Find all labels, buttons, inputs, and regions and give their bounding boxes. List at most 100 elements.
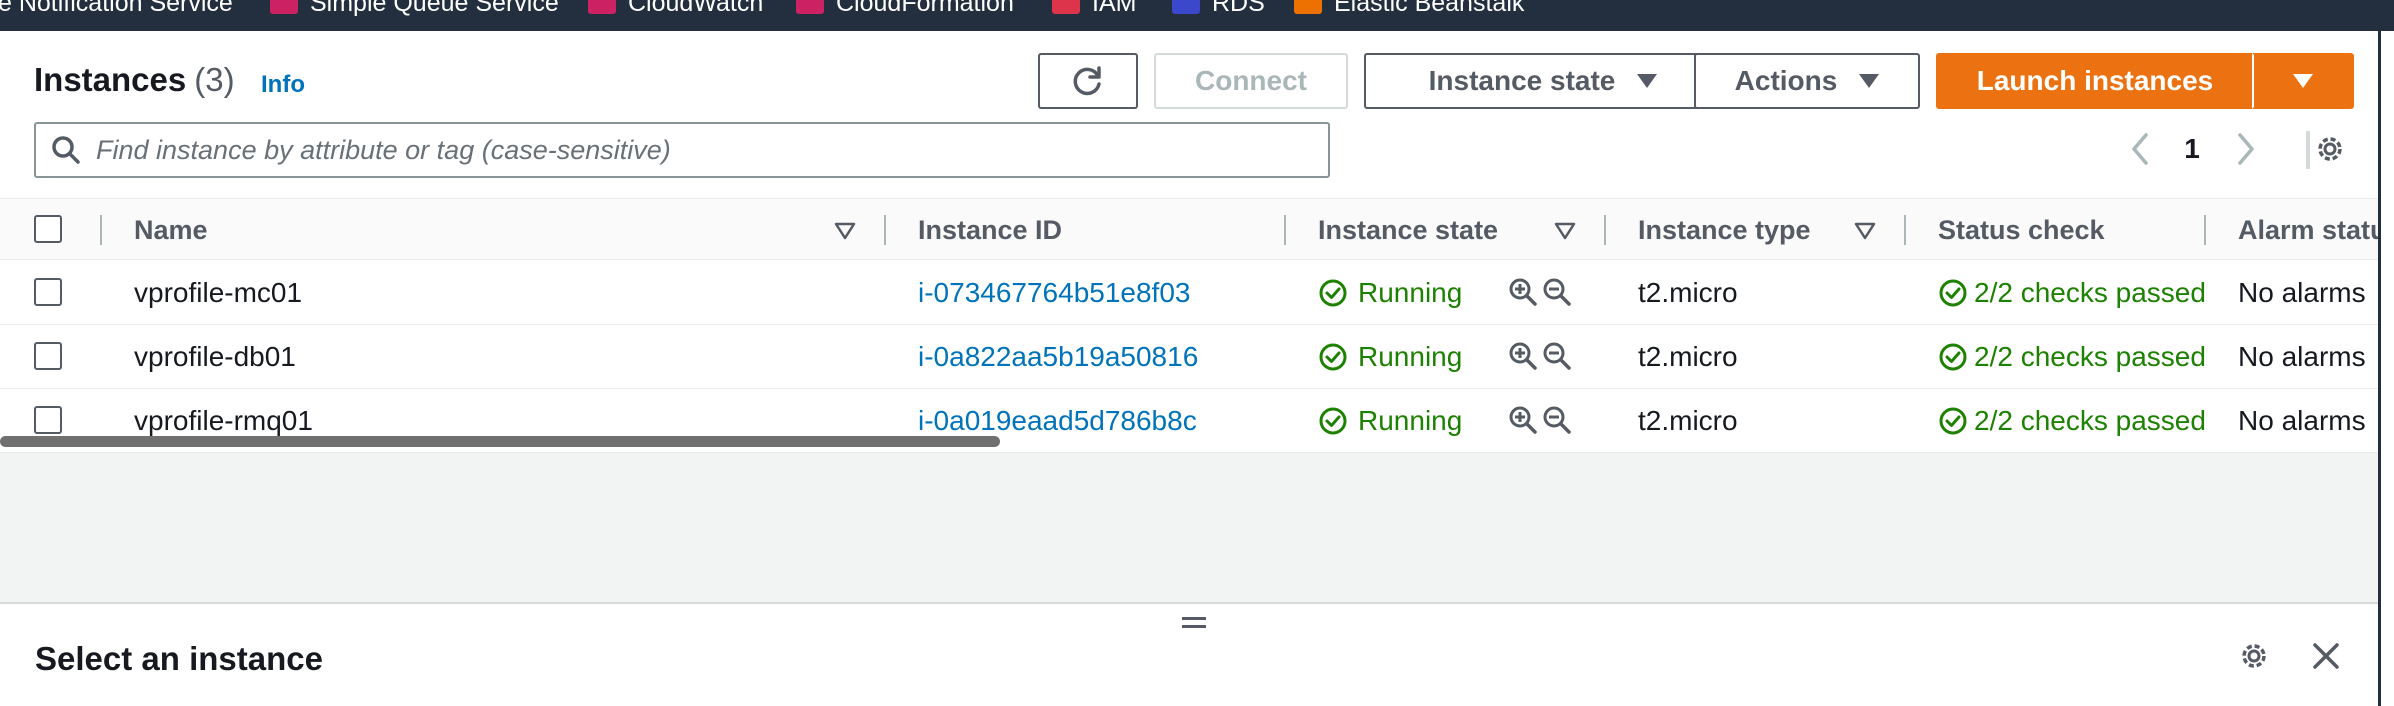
instance-state-cell: Running xyxy=(1318,389,1462,452)
status-check-text: 2/2 checks passed xyxy=(1974,276,2206,308)
zoom-in-icon[interactable] xyxy=(1508,405,1538,435)
instance-state-text: Running xyxy=(1358,340,1463,372)
favorite-label: CloudWatch xyxy=(628,0,764,17)
column-header-instance-type[interactable]: Instance type xyxy=(1638,199,1811,261)
instance-name: vprofile-db01 xyxy=(134,340,296,372)
instance-id-link[interactable]: i-0a822aa5b19a50816 xyxy=(918,325,1198,388)
column-header-alarm-status[interactable]: Alarm status xyxy=(2238,199,2394,261)
gear-icon[interactable] xyxy=(2237,639,2271,673)
cloudwatch-icon xyxy=(588,0,616,14)
column-separator[interactable] xyxy=(884,215,886,245)
info-link[interactable]: Info xyxy=(261,71,305,99)
column-header-instance-id[interactable]: Instance ID xyxy=(918,199,1062,261)
iam-icon xyxy=(1052,0,1080,14)
row-checkbox[interactable] xyxy=(34,278,62,306)
check-circle-icon xyxy=(1319,407,1347,434)
favorite-sns[interactable]: e Notification Service xyxy=(0,0,233,18)
select-all-checkbox[interactable] xyxy=(34,215,62,243)
zoom-in-icon[interactable] xyxy=(1508,341,1538,371)
sqs-icon xyxy=(270,0,298,14)
favorite-iam[interactable]: IAM xyxy=(1052,0,1136,18)
caret-down-icon xyxy=(1637,74,1658,88)
sort-icon[interactable] xyxy=(1554,222,1576,240)
favorite-sqs[interactable]: Simple Queue Service xyxy=(270,0,559,18)
chevron-right-icon xyxy=(2238,133,2254,165)
column-header-label: Alarm status xyxy=(2238,214,2394,245)
favorite-label: e Notification Service xyxy=(0,0,233,17)
launch-options-button[interactable] xyxy=(2252,53,2354,109)
favorite-label: Elastic Beanstalk xyxy=(1334,0,1525,17)
instance-state-text: Running xyxy=(1358,404,1463,436)
column-header-status-check[interactable]: Status check xyxy=(1938,199,2105,261)
search-input[interactable]: Find instance by attribute or tag (case-… xyxy=(34,122,1330,178)
row-checkbox[interactable] xyxy=(34,406,62,434)
instance-count: (3) xyxy=(194,61,235,98)
horizontal-scrollbar[interactable] xyxy=(0,436,1000,447)
search-placeholder: Find instance by attribute or tag (case-… xyxy=(96,134,671,165)
details-title: Select an instance xyxy=(35,640,323,677)
instances-panel: Instances (3) Info Connect Instance state… xyxy=(0,31,2394,453)
column-header-instance-state[interactable]: Instance state xyxy=(1318,199,1498,261)
zoom-in-icon[interactable] xyxy=(1508,277,1538,307)
connect-button[interactable]: Connect xyxy=(1154,53,1348,109)
check-circle-icon xyxy=(1939,279,1967,306)
favorite-rds[interactable]: RDS xyxy=(1172,0,1265,18)
favorite-label: CloudFormation xyxy=(836,0,1014,17)
column-header-label: Instance state xyxy=(1318,214,1499,245)
column-separator[interactable] xyxy=(1604,215,1606,245)
instance-id-link[interactable]: i-073467764b51e8f03 xyxy=(918,261,1190,324)
table-row[interactable]: vprofile-db01 i-0a822aa5b19a50816 Runnin… xyxy=(0,325,2378,389)
alarm-status: No alarms xyxy=(2238,340,2366,372)
page-number-label: 1 xyxy=(2184,133,2200,164)
page-title: Instances (3) xyxy=(34,61,235,99)
caret-down-icon xyxy=(1859,74,1880,88)
check-circle-icon xyxy=(1939,343,1967,370)
instance-type: t2.micro xyxy=(1638,404,1738,436)
instance-state-cell: Running xyxy=(1318,325,1462,388)
status-check-cell[interactable]: 2/2 checks passed xyxy=(1938,325,2208,388)
alarm-status: No alarms xyxy=(2238,276,2366,308)
page-number[interactable]: 1 xyxy=(2172,127,2212,171)
next-page-button[interactable] xyxy=(2226,127,2266,171)
column-header-name[interactable]: Name xyxy=(134,199,208,261)
vertical-scrollbar-edge xyxy=(2378,31,2394,706)
table-row[interactable]: vprofile-mc01 i-073467764b51e8f03 Runnin… xyxy=(0,261,2378,325)
prev-page-button[interactable] xyxy=(2120,127,2160,171)
instance-type: t2.micro xyxy=(1638,276,1738,308)
favorite-cloudformation[interactable]: CloudFormation xyxy=(796,0,1014,18)
instance-type: t2.micro xyxy=(1638,340,1738,372)
favorites-bar: e Notification Service Simple Queue Serv… xyxy=(0,0,2394,31)
check-circle-icon xyxy=(1319,343,1347,370)
connect-label: Connect xyxy=(1195,65,1307,96)
status-check-cell[interactable]: 2/2 checks passed xyxy=(1938,261,2208,324)
row-checkbox[interactable] xyxy=(34,342,62,370)
close-icon[interactable] xyxy=(2311,641,2341,671)
instance-name: vprofile-mc01 xyxy=(134,276,303,308)
alarm-status: No alarms xyxy=(2238,404,2366,436)
resize-handle-icon[interactable] xyxy=(1182,617,1206,629)
launch-instances-button[interactable]: Launch instances xyxy=(1936,53,2254,109)
check-circle-icon xyxy=(1319,279,1347,306)
instance-state-cell: Running xyxy=(1318,261,1462,324)
cloudformation-icon xyxy=(796,0,824,14)
favorite-cloudwatch[interactable]: CloudWatch xyxy=(588,0,763,18)
launch-label: Launch instances xyxy=(1976,65,2214,96)
zoom-out-icon[interactable] xyxy=(1542,277,1572,307)
actions-dropdown[interactable]: Actions xyxy=(1694,53,1920,109)
favorite-beanstalk[interactable]: Elastic Beanstalk xyxy=(1294,0,1524,18)
refresh-button[interactable] xyxy=(1038,53,1138,109)
status-check-text: 2/2 checks passed xyxy=(1974,404,2206,436)
sort-icon[interactable] xyxy=(834,222,856,240)
column-separator[interactable] xyxy=(1904,215,1906,245)
favorite-label: IAM xyxy=(1092,0,1137,17)
chevron-left-icon xyxy=(2132,133,2148,165)
page-title-text: Instances xyxy=(34,61,187,98)
column-separator[interactable] xyxy=(1284,215,1286,245)
column-separator[interactable] xyxy=(2204,215,2206,245)
status-check-cell[interactable]: 2/2 checks passed xyxy=(1938,389,2208,452)
sort-icon[interactable] xyxy=(1854,222,1876,240)
zoom-out-icon[interactable] xyxy=(1542,341,1572,371)
zoom-out-icon[interactable] xyxy=(1542,405,1572,435)
preferences-button[interactable] xyxy=(2310,127,2350,171)
instance-state-dropdown[interactable]: Instance state xyxy=(1364,53,1722,109)
